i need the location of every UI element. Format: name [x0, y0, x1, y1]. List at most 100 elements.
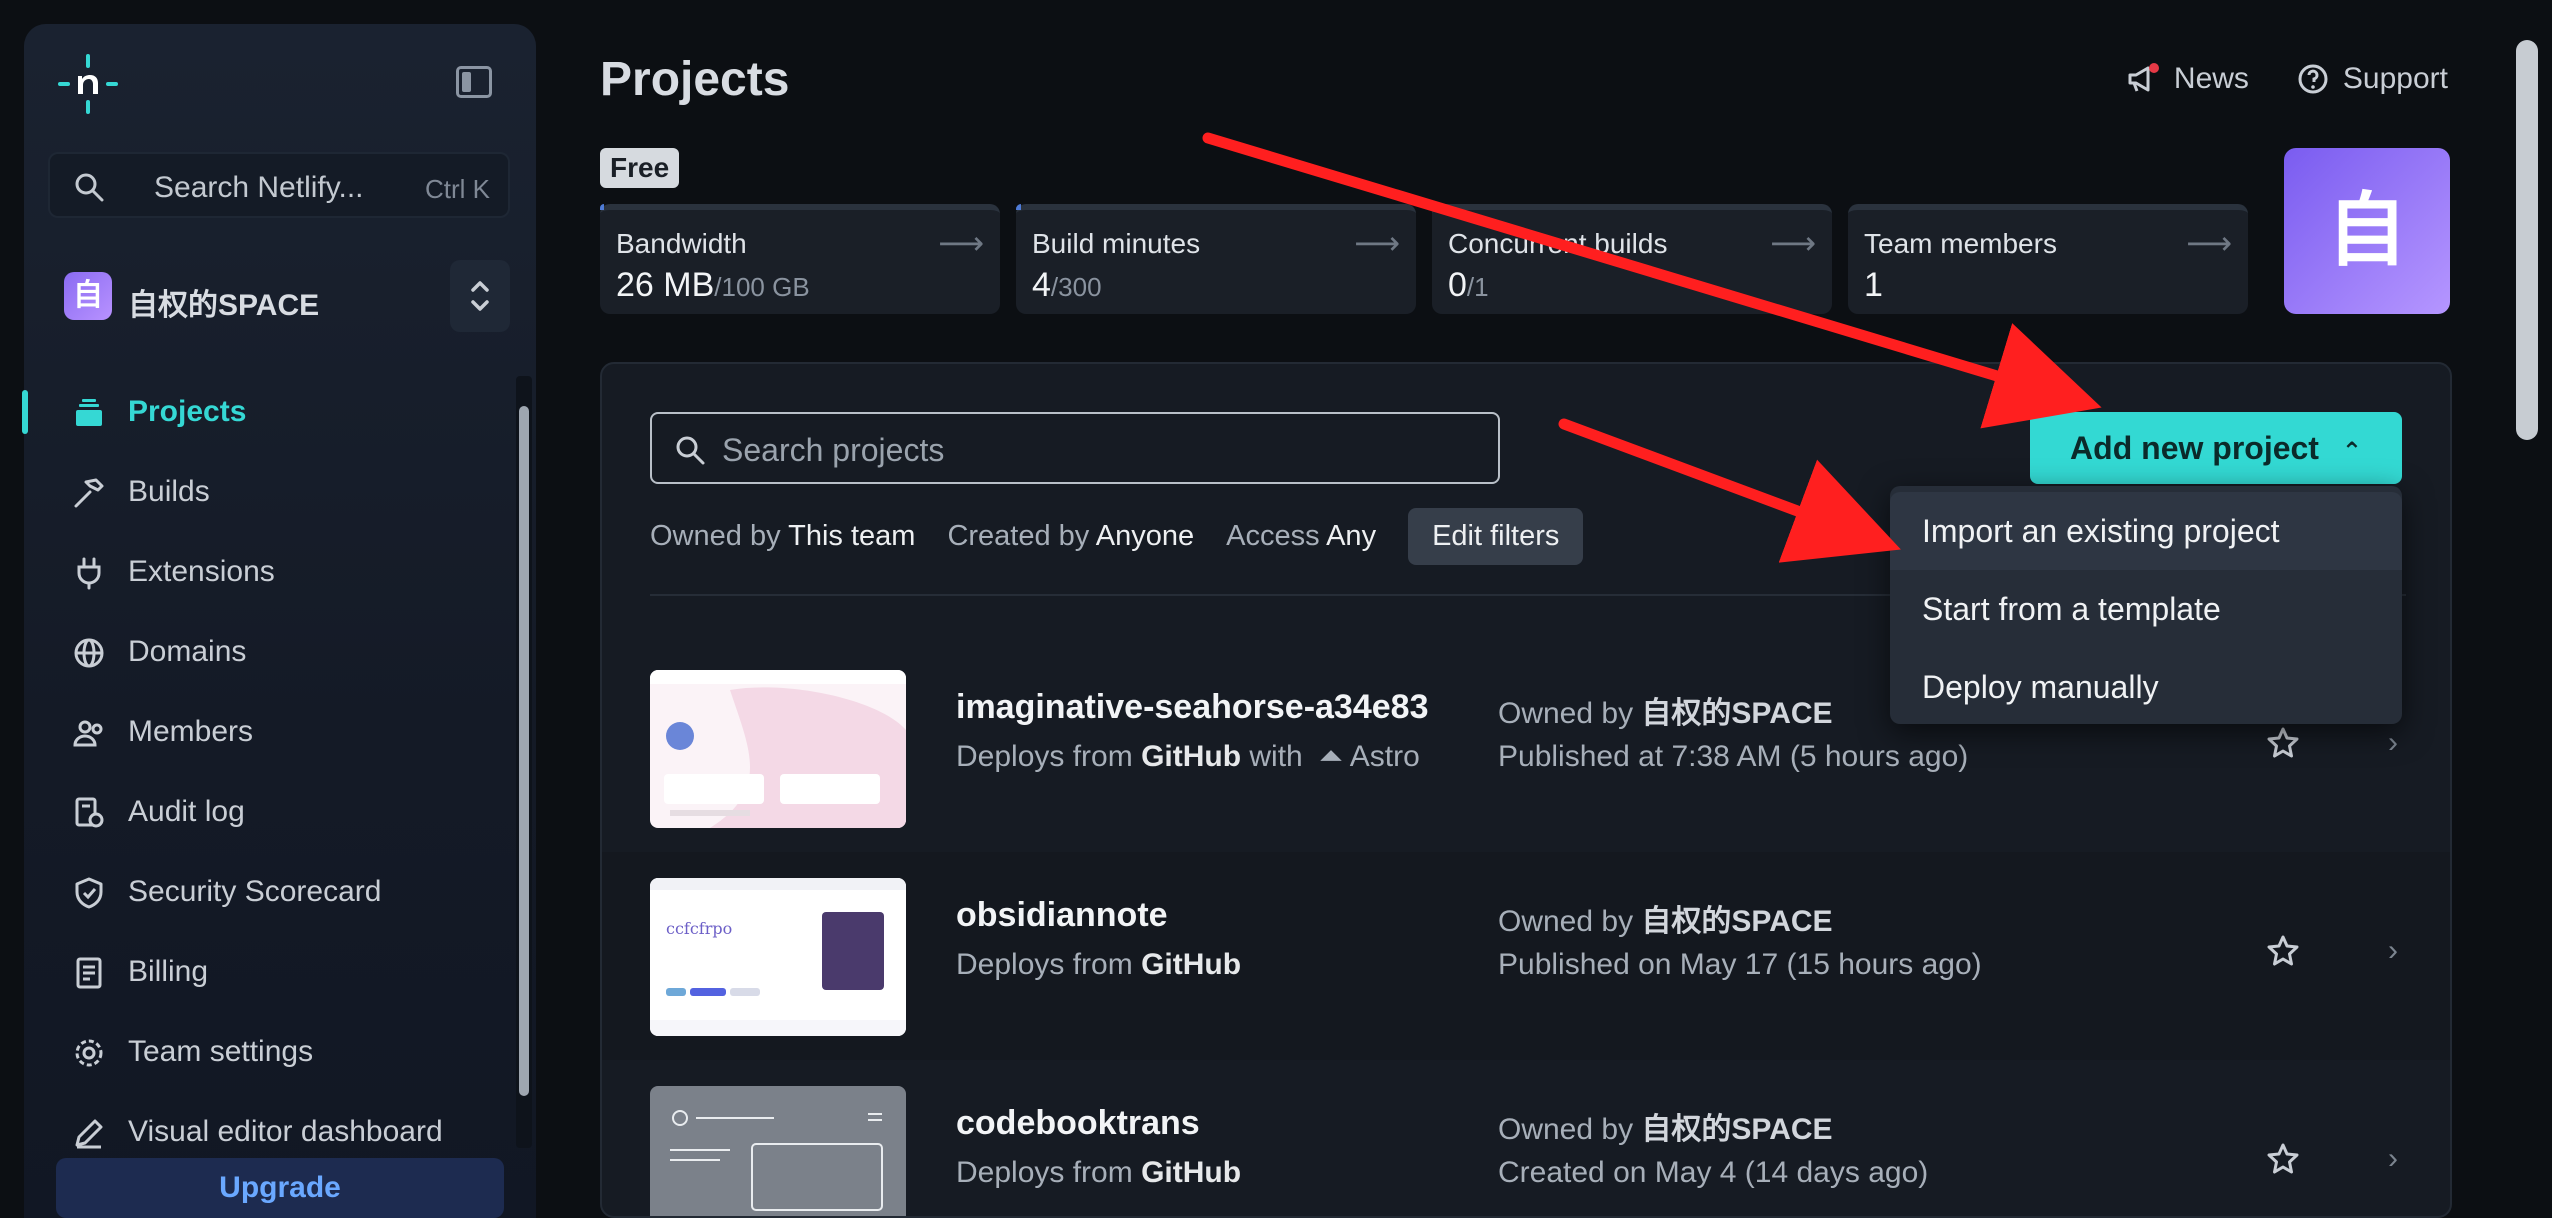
project-search-input[interactable]: Search projects — [650, 412, 1500, 484]
deploy-prefix: Deploys from — [956, 740, 1133, 773]
project-deploy-source: Deploys from GitHub — [956, 948, 1241, 982]
star-icon[interactable] — [2266, 726, 2300, 760]
window-scrollbar[interactable] — [2516, 40, 2538, 440]
stat-bandwidth[interactable]: Bandwidth 26 MB/100 GB ⟶ — [600, 204, 1000, 314]
sidebar-scrollbar[interactable] — [516, 376, 532, 1148]
search-icon — [75, 173, 104, 202]
usage-stats: Bandwidth 26 MB/100 GB ⟶ Build minutes 4… — [600, 204, 2248, 314]
project-row[interactable]: ccfcfrpo obsidiannote Deploys from GitHu… — [602, 852, 2450, 1060]
stat-limit: /1 — [1466, 272, 1489, 302]
search-placeholder: Search projects — [722, 432, 945, 468]
project-row[interactable]: codebooktrans Deploys from GitHub Owned … — [602, 1060, 2450, 1216]
owner-name: 自权的SPACE — [1641, 697, 1833, 730]
stat-value: 4 — [1032, 266, 1051, 304]
receipt-icon — [76, 957, 102, 989]
sidebar-item-label: Builds — [128, 475, 210, 508]
owner-prefix: Owned by — [1498, 1113, 1634, 1146]
netlify-logo-icon[interactable] — [56, 52, 120, 116]
plan-tier-badge: Free — [600, 148, 680, 188]
sidebar-item-domains[interactable]: Domains — [24, 612, 514, 692]
stat-limit: /100 GB — [714, 272, 810, 302]
stat-limit: /300 — [1050, 272, 1102, 302]
search-shortcut: Ctrl K — [425, 174, 490, 204]
sidebar: Search Netlify... Ctrl K 自 自权的SPACE Proj… — [22, 24, 536, 1218]
layers-icon — [76, 399, 102, 426]
sidebar-item-label: Billing — [128, 955, 209, 988]
stat-build-minutes[interactable]: Build minutes 4/300 ⟶ — [1016, 204, 1416, 314]
stat-label: Concurrent builds — [1448, 228, 1668, 259]
add-project-dropdown: Import an existing project Start from a … — [1890, 486, 2402, 724]
global-search-input[interactable]: Search Netlify... Ctrl K — [48, 152, 510, 218]
team-tile-avatar[interactable]: 自 — [2284, 148, 2450, 314]
filter-label: Owned by — [650, 520, 781, 552]
deploy-prefix: Deploys from — [956, 948, 1133, 981]
scrollbar-thumb[interactable] — [519, 406, 529, 1096]
sidebar-nav: Projects Builds Extensions Domains Membe… — [22, 372, 514, 1172]
project-name[interactable]: obsidiannote — [956, 896, 1168, 935]
chevron-right-icon[interactable]: › — [2388, 1142, 2398, 1176]
pencil-icon — [75, 1119, 103, 1149]
sidebar-item-label: Projects — [128, 395, 247, 428]
project-owner: Owned by 自权的SPACE — [1498, 1104, 1833, 1148]
sidebar-item-team-settings[interactable]: Team settings — [24, 1012, 514, 1092]
add-new-project-label: Add new project — [2070, 430, 2319, 466]
sidebar-collapse-icon[interactable] — [456, 66, 492, 98]
top-links: News Support — [2126, 62, 2448, 96]
filter-access[interactable]: Access Any — [1226, 520, 1376, 553]
chevron-right-icon[interactable]: › — [2388, 934, 2398, 968]
svg-text:ccfcfrpo: ccfcfrpo — [666, 919, 732, 938]
filter-owned-by[interactable]: Owned by This team — [650, 520, 915, 553]
project-owner: Owned by 自权的SPACE — [1498, 896, 1833, 940]
menu-item-start-from-template[interactable]: Start from a template — [1890, 570, 2402, 648]
sidebar-item-audit-log[interactable]: Audit log — [24, 772, 514, 852]
add-new-project-button[interactable]: Add new project ⌃ — [2030, 412, 2402, 484]
project-thumbnail[interactable] — [650, 670, 906, 828]
megaphone-icon — [2128, 63, 2159, 92]
sidebar-item-projects[interactable]: Projects — [22, 372, 514, 452]
owner-name: 自权的SPACE — [1641, 905, 1833, 938]
menu-item-deploy-manually[interactable]: Deploy manually — [1890, 648, 2402, 726]
project-thumbnail[interactable]: ccfcfrpo — [650, 878, 906, 1036]
project-thumbnail[interactable] — [650, 1086, 906, 1216]
team-name: 自权的SPACE — [128, 289, 320, 322]
edit-filters-button[interactable]: Edit filters — [1408, 508, 1584, 565]
team-switch-button[interactable] — [450, 260, 510, 332]
team-switcher[interactable]: 自 自权的SPACE — [64, 260, 510, 332]
stat-team-members[interactable]: Team members 1 ⟶ — [1848, 204, 2248, 314]
owner-prefix: Owned by — [1498, 697, 1634, 730]
news-label: News — [2173, 62, 2249, 95]
support-label: Support — [2342, 62, 2448, 95]
sidebar-item-security-scorecard[interactable]: Security Scorecard — [24, 852, 514, 932]
shield-icon — [75, 877, 103, 909]
filter-value: Any — [1326, 520, 1377, 552]
filter-created-by[interactable]: Created by Anyone — [947, 520, 1194, 553]
sidebar-item-builds[interactable]: Builds — [24, 452, 514, 532]
deploy-with: with — [1249, 740, 1303, 773]
project-name[interactable]: codebooktrans — [956, 1104, 1200, 1143]
menu-item-import-existing-project[interactable]: Import an existing project — [1890, 492, 2402, 570]
sidebar-item-members[interactable]: Members — [24, 692, 514, 772]
arrow-right-icon: ⟶ — [2186, 225, 2232, 261]
filter-value: Anyone — [1095, 520, 1195, 552]
sidebar-item-billing[interactable]: Billing — [24, 932, 514, 1012]
news-link[interactable]: News — [2126, 62, 2249, 96]
upgrade-button[interactable]: Upgrade — [56, 1158, 504, 1218]
stat-value: 26 MB — [616, 266, 715, 304]
project-name[interactable]: imaginative-seahorse-a34e83 — [956, 688, 1428, 727]
stat-label: Team members — [1864, 228, 2057, 259]
stat-concurrent-builds[interactable]: Concurrent builds 0/1 ⟶ — [1432, 204, 1832, 314]
chevron-right-icon[interactable]: › — [2388, 726, 2398, 760]
star-icon[interactable] — [2266, 1142, 2300, 1176]
star-icon[interactable] — [2266, 934, 2300, 968]
team-avatar: 自 — [64, 272, 112, 320]
search-icon — [676, 436, 705, 465]
project-preview-image — [650, 1086, 906, 1216]
support-link[interactable]: Support — [2297, 62, 2448, 96]
project-status: Published on May 17 (15 hours ago) — [1498, 948, 1982, 981]
sidebar-item-extensions[interactable]: Extensions — [24, 532, 514, 612]
project-filters: Owned by This team Created by Anyone Acc… — [650, 508, 1584, 565]
sidebar-item-label: Audit log — [128, 795, 245, 828]
gear-icon — [75, 1039, 103, 1067]
stat-label: Bandwidth — [616, 228, 747, 259]
plug-icon — [77, 557, 101, 590]
